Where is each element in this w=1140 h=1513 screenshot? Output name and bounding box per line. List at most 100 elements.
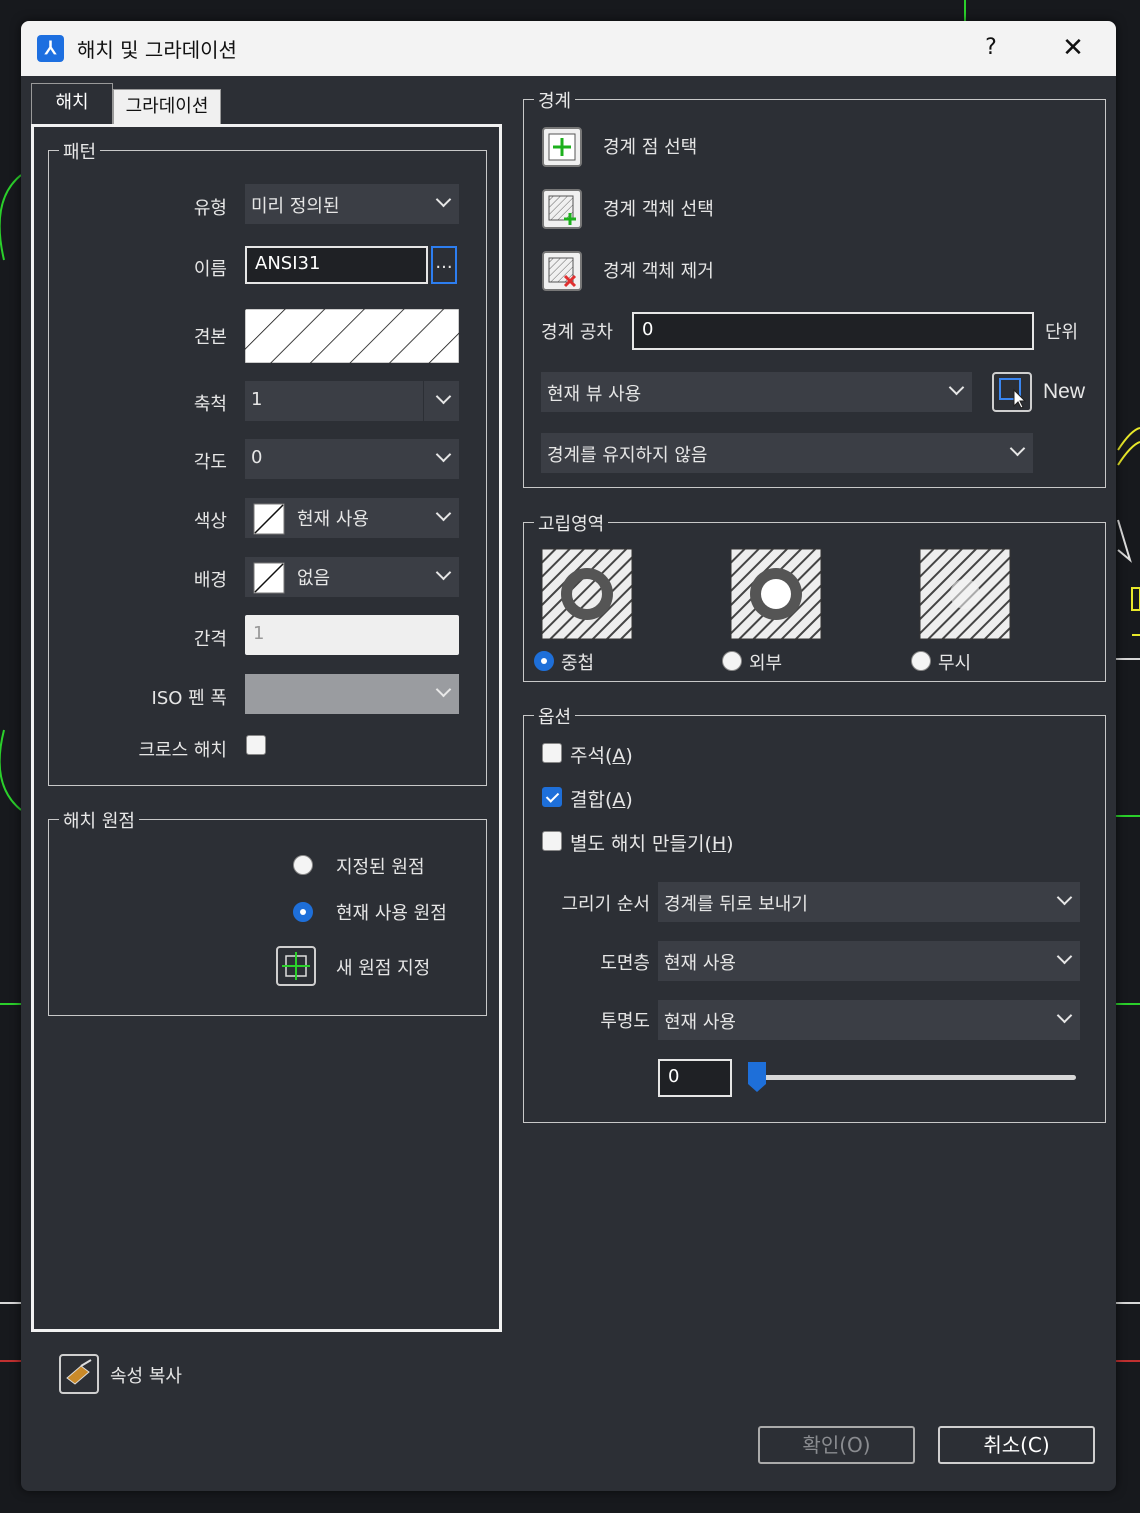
remove-objects-label[interactable]: 경계 객체 제거: [603, 257, 714, 283]
chevron-down-icon: [1056, 889, 1073, 906]
island-outer-preview[interactable]: [730, 548, 822, 640]
islands-legend: 고립영역: [534, 510, 609, 536]
background-dropdown[interactable]: 없음: [245, 557, 459, 597]
chevron-down-icon: [435, 388, 452, 405]
name-browse-button[interactable]: ...: [431, 246, 457, 284]
draw-order-value: 경계를 뒤로 보내기: [664, 894, 808, 915]
annotative-checkbox[interactable]: [542, 743, 562, 763]
tolerance-field[interactable]: 0: [632, 312, 1034, 350]
transparency-slider-track[interactable]: [754, 1075, 1076, 1080]
islands-group: 고립영역 중첩 외부 무시: [523, 510, 1106, 682]
island-nested-radio[interactable]: [534, 651, 554, 671]
island-outer-label[interactable]: 외부: [749, 649, 782, 675]
new-boundary-set-label[interactable]: New: [1043, 380, 1085, 404]
new-origin-label[interactable]: 새 원점 지정: [336, 954, 430, 980]
copy-properties-button[interactable]: [59, 1354, 99, 1394]
cad-line: [1116, 1360, 1140, 1362]
help-button[interactable]: ?: [971, 31, 1011, 65]
angle-label: 각도: [193, 452, 227, 473]
copy-properties-label[interactable]: 속성 복사: [110, 1362, 182, 1388]
select-objects-label[interactable]: 경계 객체 선택: [603, 195, 714, 221]
crosshatch-label: 크로스 해치: [138, 740, 227, 761]
layer-dropdown[interactable]: 현재 사용: [658, 941, 1080, 981]
select-objects-button[interactable]: [542, 189, 582, 229]
hatch-origin-group: 해치 원점 지정된 원점 현재 사용 원점 새 원점 지정: [48, 807, 487, 1016]
transparency-dropdown[interactable]: 현재 사용: [658, 1000, 1080, 1040]
specified-origin-label[interactable]: 지정된 원점: [336, 853, 425, 879]
color-swatch-icon: [253, 503, 285, 535]
app-icon: ⅄: [37, 35, 64, 62]
island-ignore-preview[interactable]: [919, 548, 1011, 640]
associative-label[interactable]: 결합(A): [570, 785, 633, 812]
close-button[interactable]: ✕: [1051, 31, 1095, 65]
island-nested-label[interactable]: 중첩: [561, 649, 594, 675]
pick-points-label[interactable]: 경계 점 선택: [603, 133, 697, 159]
specified-origin-radio[interactable]: [293, 855, 313, 875]
boundary-group: 경계 경계 점 선택 경계 객체 선택 경계 객체 제거 경계 공차 0 단위 …: [523, 87, 1106, 488]
remove-objects-button[interactable]: [542, 251, 582, 291]
tab-gradient[interactable]: 그라데이션: [113, 89, 221, 125]
island-outer-radio[interactable]: [722, 651, 742, 671]
scale-label: 축척: [193, 394, 227, 415]
separate-hatches-label[interactable]: 별도 해치 만들기(H): [570, 829, 734, 856]
separate-hatches-checkbox[interactable]: [542, 831, 562, 851]
draw-order-dropdown[interactable]: 경계를 뒤로 보내기: [658, 882, 1080, 922]
island-nested-preview[interactable]: [541, 548, 633, 640]
background-value: 없음: [297, 568, 331, 589]
island-ignore-label[interactable]: 무시: [938, 649, 971, 675]
cad-line: [0, 1302, 21, 1304]
tolerance-label: 경계 공차: [541, 322, 613, 343]
iso-pen-width-label: ISO 펜 폭: [151, 688, 227, 709]
retain-boundaries-dropdown[interactable]: 경계를 유지하지 않음: [541, 433, 1033, 473]
color-label: 색상: [193, 511, 227, 532]
crosshatch-checkbox[interactable]: [246, 735, 266, 755]
view-dropdown[interactable]: 현재 뷰 사용: [541, 372, 972, 412]
new-origin-button[interactable]: [276, 946, 316, 986]
cad-line: [1116, 1003, 1140, 1005]
angle-combobox[interactable]: 0: [245, 439, 459, 479]
cancel-button[interactable]: 취소(C): [938, 1426, 1095, 1464]
select-cursor-icon: [999, 378, 1027, 409]
chevron-down-icon: [948, 379, 965, 396]
pick-points-button[interactable]: [542, 127, 582, 167]
name-field[interactable]: ANSI31: [245, 246, 428, 284]
chevron-down-icon: [435, 446, 452, 463]
scale-combobox[interactable]: 1: [245, 381, 459, 421]
iso-pen-width-dropdown[interactable]: [245, 674, 459, 714]
transparency-slider-thumb[interactable]: [746, 1060, 768, 1094]
chevron-down-icon: [435, 681, 452, 698]
current-origin-radio[interactable]: [293, 902, 313, 922]
draw-order-label: 그리기 순서: [561, 894, 650, 915]
cad-line: [1116, 1302, 1140, 1304]
chevron-down-icon: [1009, 440, 1026, 457]
options-legend: 옵션: [534, 703, 576, 729]
tab-hatch[interactable]: 해치: [31, 83, 113, 126]
chevron-down-icon: [435, 191, 452, 208]
layer-value: 현재 사용: [664, 953, 736, 974]
annotative-label[interactable]: 주석(A): [570, 741, 633, 768]
associative-checkbox[interactable]: [542, 787, 562, 807]
hatch-sample-preview[interactable]: [245, 309, 459, 363]
scale-value: 1: [251, 389, 263, 410]
spacing-field[interactable]: 1: [245, 615, 459, 655]
color-dropdown[interactable]: 현재 사용: [245, 498, 459, 538]
retain-boundaries-value: 경계를 유지하지 않음: [547, 445, 708, 466]
transparency-value: 현재 사용: [664, 1012, 736, 1033]
island-ignore-radio[interactable]: [911, 651, 931, 671]
new-boundary-set-button[interactable]: [992, 372, 1032, 412]
cad-line: [964, 0, 966, 21]
cad-line: [1116, 658, 1140, 660]
color-value: 현재 사용: [297, 509, 369, 530]
crosshair-icon: [282, 952, 310, 980]
boundary-legend: 경계: [534, 87, 576, 113]
type-dropdown[interactable]: 미리 정의된: [245, 184, 459, 224]
ok-button[interactable]: 확인(O): [758, 1426, 915, 1464]
spacing-label: 간격: [193, 629, 227, 650]
tolerance-unit: 단위: [1045, 322, 1079, 343]
cad-arc: [0, 174, 22, 811]
transparency-amount-field[interactable]: 0: [658, 1059, 732, 1097]
hatch-tab-panel: 패턴 유형 미리 정의된 이름 ANSI31 ... 견본 축척 1 각도 0 …: [31, 124, 502, 1332]
chevron-down-icon: [1056, 1007, 1073, 1024]
cad-line: [0, 1003, 21, 1005]
current-origin-label[interactable]: 현재 사용 원점: [336, 899, 447, 925]
